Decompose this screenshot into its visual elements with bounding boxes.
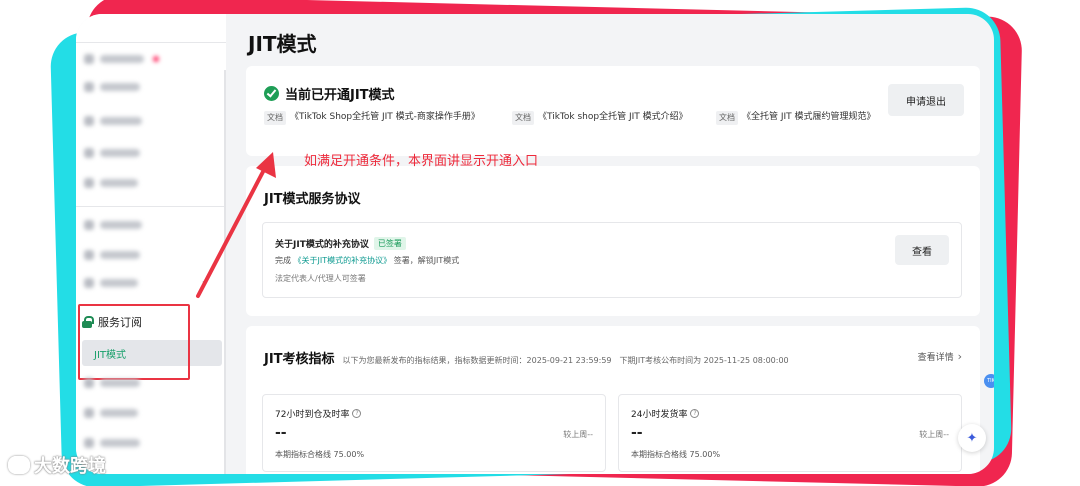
watermark-text: 大数跨境 — [34, 456, 106, 477]
watermark: 大数跨境 — [8, 452, 106, 478]
stage: 服务订阅 JIT模式 P JIT模式 当前已开通JIT模式 文档 《TikTok… — [0, 0, 1080, 486]
app-screen: 服务订阅 JIT模式 P JIT模式 当前已开通JIT模式 文档 《TikTok… — [76, 14, 994, 474]
arrow-shaft — [196, 164, 268, 298]
annotation-arrow — [196, 152, 276, 298]
watermark-logo-icon — [8, 456, 30, 474]
arrow-head — [256, 152, 276, 178]
